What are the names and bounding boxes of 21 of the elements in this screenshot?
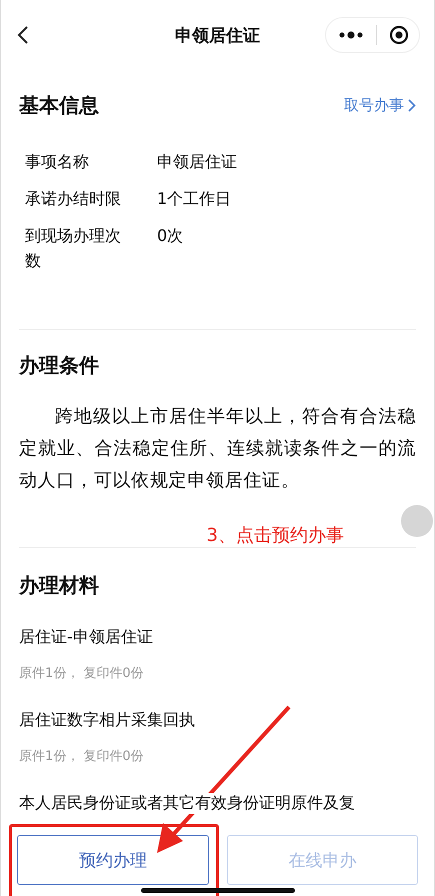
field-label: 到现场办理次数 — [25, 225, 122, 272]
section-title: 基本信息 — [19, 92, 99, 119]
field-value: 0次 — [157, 225, 184, 247]
conditions-text: 跨地级以上市居住半年以上，符合有合法稳定就业、合法稳定住所、连续就读条件之一的流动人口，可以依规定申领居住证。 — [19, 405, 416, 493]
field-label: 承诺办结时限 — [25, 188, 122, 210]
back-icon[interactable] — [17, 25, 29, 45]
annotation-text: 3、点击预约办事 — [206, 523, 344, 547]
field-value: 1个工作日 — [157, 188, 232, 210]
more-icon[interactable] — [338, 31, 364, 39]
field-label: 事项名称 — [25, 151, 90, 173]
material-detail: 原件1份， 复印件0份 — [19, 748, 145, 765]
material-detail: 原件1份， 复印件0份 — [19, 665, 145, 682]
field-value: 申领居住证 — [157, 151, 237, 173]
page-title: 申领居住证 — [175, 24, 260, 46]
chevron-right-icon — [408, 99, 416, 112]
touch-indicator — [401, 505, 433, 537]
appointment-button[interactable]: 预约办理 — [17, 835, 208, 885]
take-number-link[interactable]: 取号办事 — [344, 96, 416, 115]
section-title: 办理条件 — [19, 352, 99, 379]
section-title: 办理材料 — [19, 572, 99, 599]
material-name: 本人居民身份证或者其它有效身份证明原件及复 — [19, 793, 355, 814]
